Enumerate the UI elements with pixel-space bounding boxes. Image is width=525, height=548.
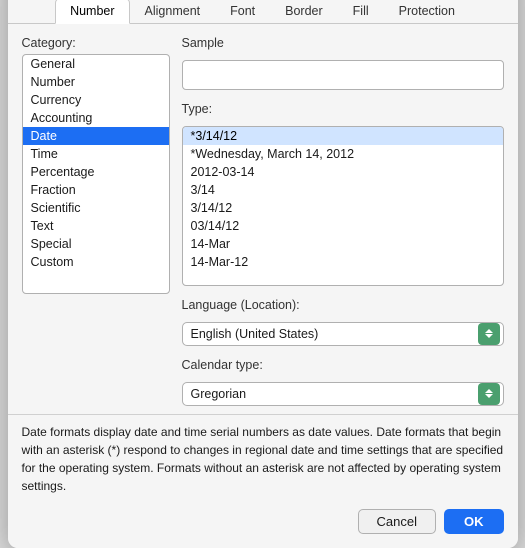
language-select-wrapper: English (United States)English (UK)Frenc…	[182, 322, 504, 346]
tab-alignment[interactable]: Alignment	[130, 0, 216, 24]
format-cells-dialog: Format Cells Number Alignment Font Borde…	[8, 0, 518, 548]
category-list[interactable]: General Number Currency Accounting Date …	[22, 54, 170, 294]
type-item-4[interactable]: 3/14/12	[183, 199, 503, 217]
sample-box	[182, 60, 504, 90]
calendar-select-wrapper: GregorianJapaneseBuddhistIslamic	[182, 382, 504, 406]
category-item-scientific[interactable]: Scientific	[23, 199, 169, 217]
cancel-button[interactable]: Cancel	[358, 509, 436, 534]
calendar-label: Calendar type:	[182, 358, 504, 372]
category-item-fraction[interactable]: Fraction	[23, 181, 169, 199]
tab-number[interactable]: Number	[55, 0, 129, 24]
type-item-1[interactable]: *Wednesday, March 14, 2012	[183, 145, 503, 163]
category-item-time[interactable]: Time	[23, 145, 169, 163]
category-item-currency[interactable]: Currency	[23, 91, 169, 109]
language-label: Language (Location):	[182, 298, 504, 312]
tab-border[interactable]: Border	[270, 0, 338, 24]
type-item-0[interactable]: *3/14/12	[183, 127, 503, 145]
category-item-percentage[interactable]: Percentage	[23, 163, 169, 181]
type-label: Type:	[182, 102, 504, 116]
tab-protection[interactable]: Protection	[384, 0, 470, 24]
tab-bar: Number Alignment Font Border Fill Protec…	[8, 0, 518, 24]
type-item-7[interactable]: 14-Mar-12	[183, 253, 503, 271]
type-item-3[interactable]: 3/14	[183, 181, 503, 199]
sample-label: Sample	[182, 36, 504, 50]
category-item-special[interactable]: Special	[23, 235, 169, 253]
category-item-date[interactable]: Date	[23, 127, 169, 145]
category-item-custom[interactable]: Custom	[23, 253, 169, 271]
tab-fill[interactable]: Fill	[338, 0, 384, 24]
right-panel: Sample Type: *3/14/12 *Wednesday, March …	[182, 36, 504, 406]
calendar-select[interactable]: GregorianJapaneseBuddhistIslamic	[182, 382, 504, 406]
type-item-5[interactable]: 03/14/12	[183, 217, 503, 235]
type-item-2[interactable]: 2012-03-14	[183, 163, 503, 181]
description: Date formats display date and time seria…	[8, 414, 518, 501]
language-select[interactable]: English (United States)English (UK)Frenc…	[182, 322, 504, 346]
category-label: Category:	[22, 36, 170, 50]
category-item-number[interactable]: Number	[23, 73, 169, 91]
type-item-6[interactable]: 14-Mar	[183, 235, 503, 253]
tab-font[interactable]: Font	[215, 0, 270, 24]
category-panel: Category: General Number Currency Accoun…	[22, 36, 170, 406]
category-item-accounting[interactable]: Accounting	[23, 109, 169, 127]
ok-button[interactable]: OK	[444, 509, 504, 534]
category-item-general[interactable]: General	[23, 55, 169, 73]
category-item-text[interactable]: Text	[23, 217, 169, 235]
main-content: Category: General Number Currency Accoun…	[8, 24, 518, 414]
type-list[interactable]: *3/14/12 *Wednesday, March 14, 2012 2012…	[182, 126, 504, 286]
